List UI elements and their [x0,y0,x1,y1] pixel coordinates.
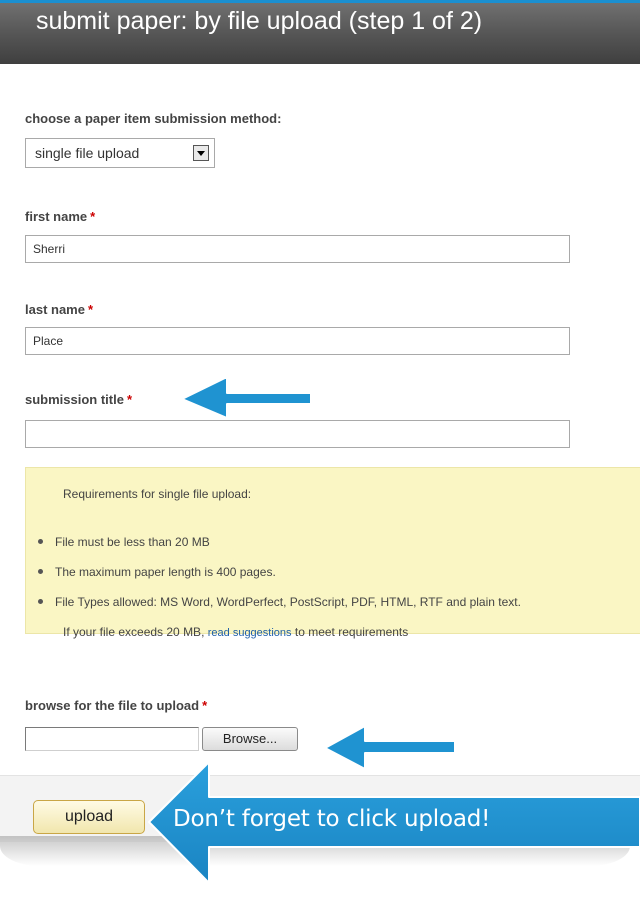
callout-text: Don’t forget to click upload! [173,806,491,832]
upload-callout [148,761,640,884]
